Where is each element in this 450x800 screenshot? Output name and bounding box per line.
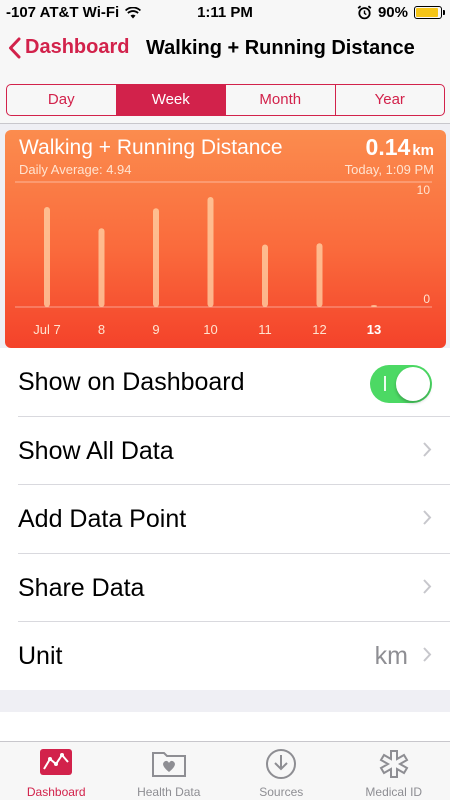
add-data-point-row[interactable]: Add Data Point [18,485,450,554]
battery-fill [416,8,438,17]
y-tick-label: 10 [417,183,431,197]
status-right: 90% [357,4,445,21]
chart-bar [153,208,159,307]
tab-dashboard-label: Dashboard [26,785,86,799]
battery-icon [414,6,445,19]
show-on-dashboard-row: Show on Dashboard [18,348,450,417]
add-data-point-label: Add Data Point [18,505,187,533]
settings-list: Show on Dashboard Show All Data Add Data… [0,348,450,691]
unit-row[interactable]: Unit km [18,622,450,691]
toggle-on-mark [384,376,386,391]
x-tick-label: 13 [367,322,381,337]
show-on-dashboard-toggle[interactable] [370,365,432,403]
time-range-segmented-control: Day Week Month Year [6,84,445,116]
alarm-icon [357,5,372,20]
share-data-label: Share Data [18,573,145,602]
x-tick-label: 8 [98,322,105,337]
tab-dashboard[interactable]: Dashboard [0,742,113,800]
share-data-row[interactable]: Share Data [18,554,450,622]
section-gap [0,690,450,712]
x-tick-label: 10 [203,322,217,337]
unit-value: km [374,642,408,670]
tab-medical-id-label: Medical ID [365,785,423,799]
toggle-knob [396,367,430,401]
page-title: Walking + Running Distance [146,37,415,59]
chart-bar [44,207,50,307]
dashboard-icon [40,749,73,775]
chart-bar [316,243,323,307]
chart-bar [262,244,268,307]
chart-bar [98,228,105,307]
tab-health-data-label: Health Data [137,785,201,799]
x-tick-label: 11 [258,322,272,337]
segment-month[interactable]: Month [226,85,336,115]
bar-chart: 10 0 Jul 7 8 9 10 11 12 13 [15,181,432,337]
chart-bar [207,197,214,307]
next-section [0,712,450,742]
segment-bar: Day Week Month Year [0,76,450,124]
tab-health-data[interactable]: Health Data [113,742,226,800]
chevron-right-icon [423,441,432,457]
x-tick-label: 12 [312,322,326,337]
status-bar: -107 AT&T Wi-Fi 1:11 PM 90% [0,0,450,26]
chart-bar [371,305,377,307]
tab-sources-label: Sources [259,785,304,799]
show-all-data-label: Show All Data [18,436,174,465]
chart-card[interactable]: Walking + Running Distance 0.14 km Daily … [5,130,446,348]
segment-week[interactable]: Week [116,85,226,115]
chevron-left-icon [9,37,21,58]
chevron-right-icon [423,510,432,525]
segment-year[interactable]: Year [336,85,445,115]
health-data-icon [151,752,186,777]
segment-day[interactable]: Day [7,85,117,115]
unit-label: Unit [18,642,63,670]
back-button[interactable]: Dashboard [8,36,129,59]
chevron-right-icon [423,647,432,662]
tab-sources[interactable]: Sources [225,742,338,800]
show-on-dashboard-label: Show on Dashboard [18,368,245,396]
tab-bar: Dashboard Health Data Sources Medical ID [0,741,450,800]
battery-percent: 90% [377,4,408,21]
x-tick-label: 9 [152,322,159,337]
show-all-data-row[interactable]: Show All Data [18,417,450,485]
sources-icon [266,749,297,779]
y-tick-label: 0 [423,292,430,306]
x-tick-label: Jul 7 [33,322,60,337]
tab-medical-id[interactable]: Medical ID [338,742,450,800]
medical-id-icon [379,750,409,778]
navigation-bar: Dashboard Walking + Running Distance [0,26,450,76]
back-label: Dashboard [25,36,130,58]
chevron-right-icon [423,578,432,594]
